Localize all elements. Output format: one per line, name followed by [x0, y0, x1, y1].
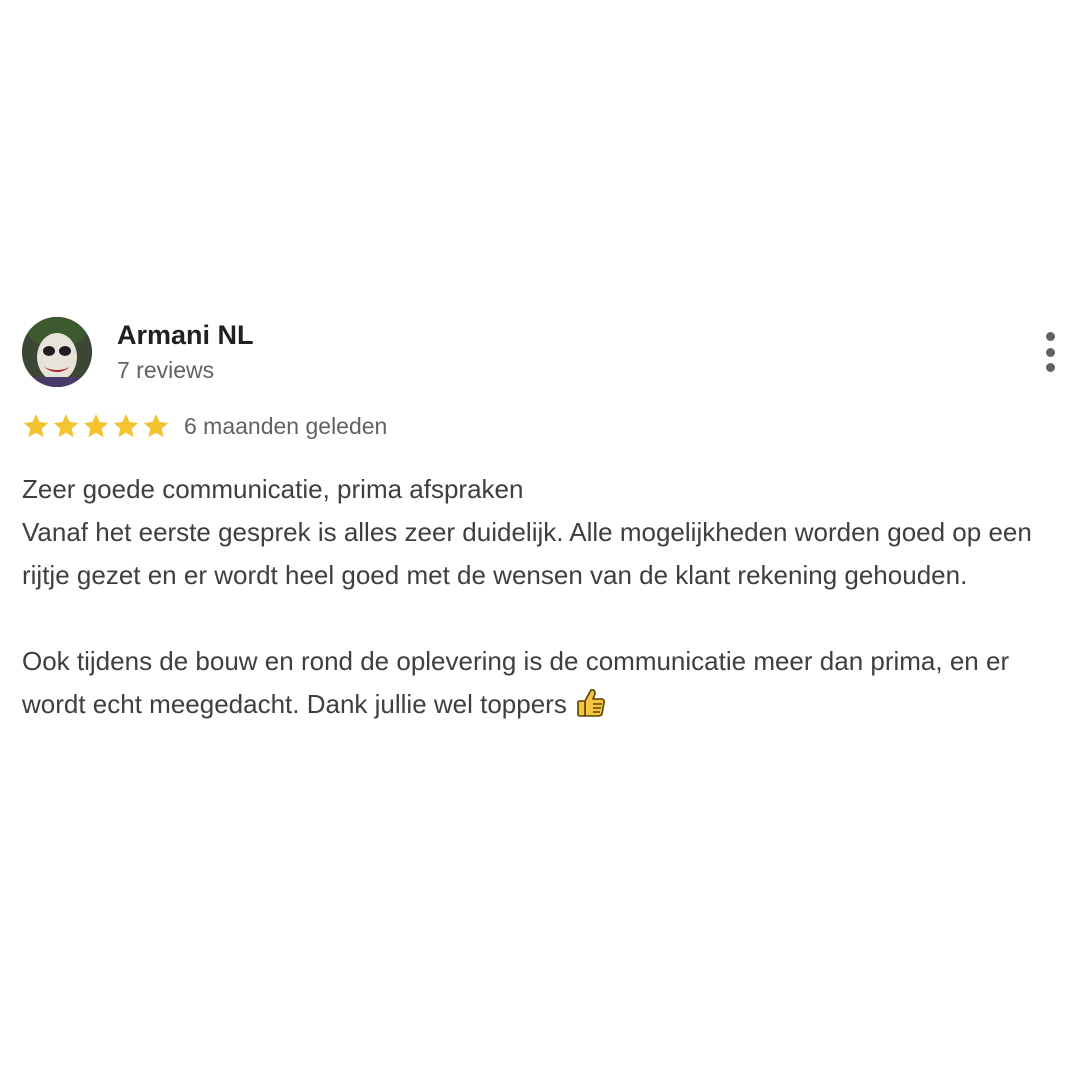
review-text-paragraph2-text: Ook tijdens de bouw en rond de opleverin…: [22, 646, 1010, 719]
review-body: Zeer goede communicatie, prima afspraken…: [22, 468, 1032, 726]
star-rating: [22, 412, 172, 440]
review-card: Armani NL 7 reviews 6 maanden geleden Ze…: [22, 316, 1058, 726]
more-vertical-icon: [1045, 332, 1055, 341]
star-icon: [143, 414, 169, 438]
author-name[interactable]: Armani NL: [117, 318, 254, 352]
review-text-line2: Vanaf het eerste gesprek is alles zeer d…: [22, 517, 1032, 590]
star-icon: [23, 414, 49, 438]
more-options-button[interactable]: [1042, 332, 1058, 372]
review-text-paragraph2: Ook tijdens de bouw en rond de opleverin…: [22, 640, 1032, 726]
thumbs-up-icon: [577, 689, 605, 717]
review-count: 7 reviews: [117, 357, 215, 383]
star-icon: [53, 414, 79, 438]
star-icon: [113, 414, 139, 438]
joker-avatar-icon: [22, 317, 92, 387]
avatar[interactable]: [22, 317, 92, 387]
star-icon: [83, 414, 109, 438]
review-header: Armani NL 7 reviews: [22, 316, 1058, 388]
author-info: Armani NL 7 reviews: [117, 318, 254, 386]
review-timestamp: 6 maanden geleden: [184, 412, 388, 439]
review-text-line1: Zeer goede communicatie, prima afspraken: [22, 474, 524, 504]
rating-row: 6 maanden geleden: [22, 410, 1058, 442]
